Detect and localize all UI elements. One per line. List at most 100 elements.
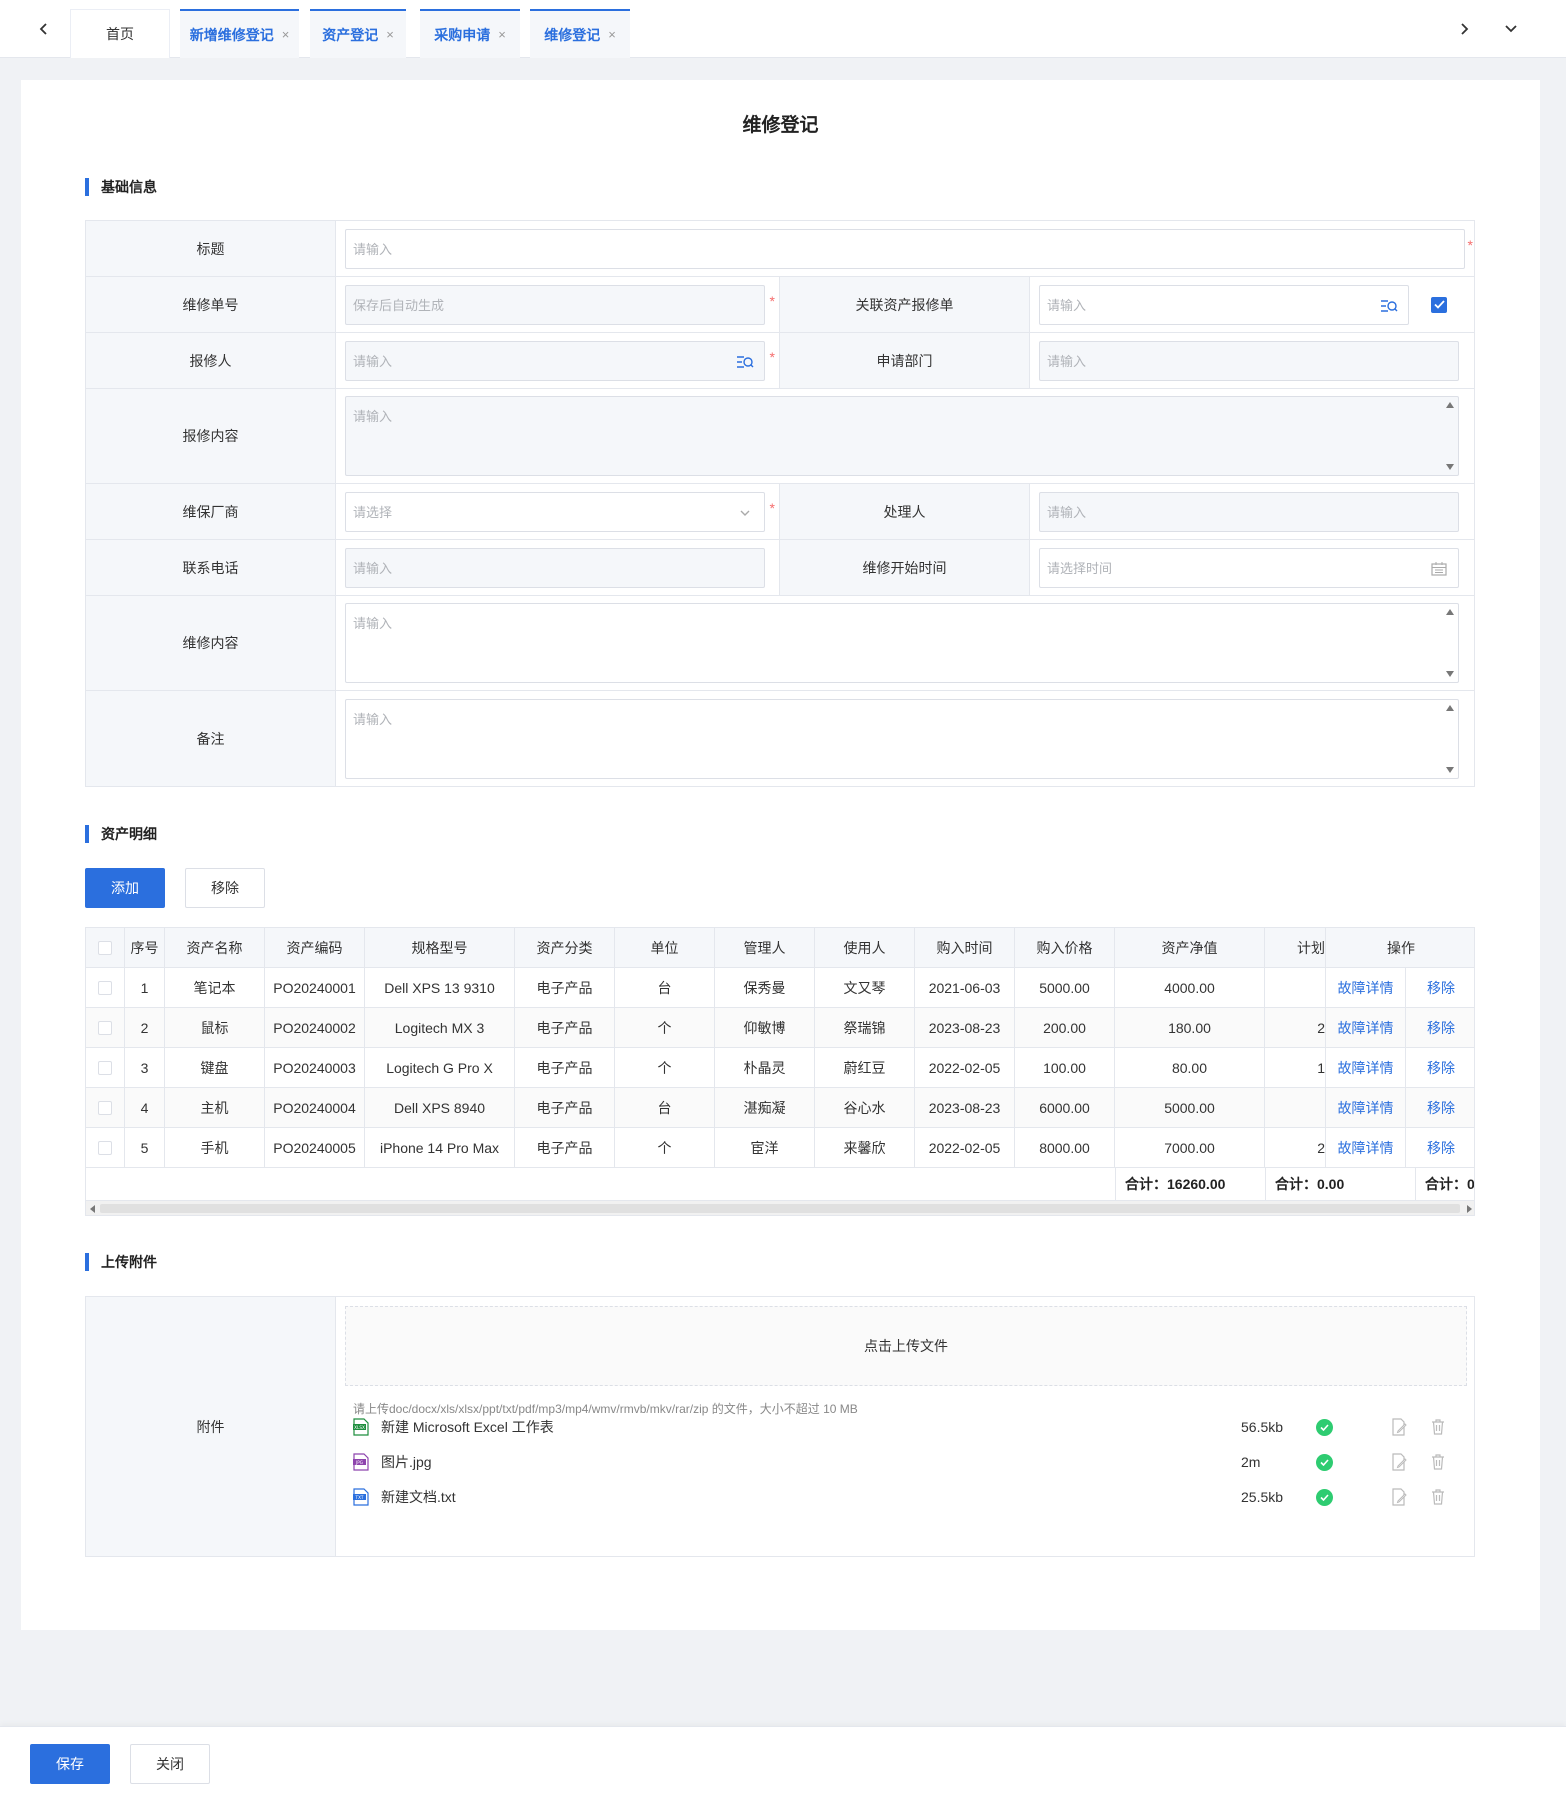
remove-row-link[interactable]: 移除 — [1427, 978, 1455, 998]
save-button[interactable]: 保存 — [30, 1744, 110, 1784]
close-button[interactable]: 关闭 — [130, 1744, 210, 1784]
action-cell: 移除 — [1406, 1088, 1474, 1128]
select-all-cell[interactable] — [86, 928, 125, 968]
table-horizontal-scrollbar[interactable] — [86, 1200, 1474, 1215]
remove-row-link[interactable]: 移除 — [1427, 1138, 1455, 1158]
title-input[interactable]: 请输入 — [345, 228, 1465, 269]
close-icon[interactable]: × — [498, 27, 506, 42]
row-select-cell[interactable] — [86, 1008, 125, 1048]
delete-file-icon[interactable] — [1430, 1488, 1446, 1506]
add-asset-button[interactable]: 添加 — [85, 868, 165, 908]
phone-input: 请输入 — [345, 547, 765, 588]
select-all-checkbox[interactable] — [98, 940, 112, 955]
row-select-cell[interactable] — [86, 1128, 125, 1168]
cell-unit: 个 — [615, 1048, 715, 1088]
textarea-scrollbar[interactable] — [1442, 700, 1458, 778]
delete-file-icon[interactable] — [1430, 1453, 1446, 1471]
start-time-label: 维修开始时间 — [780, 540, 1030, 595]
cell-manager: 湛痴凝 — [715, 1088, 815, 1128]
fault-detail-link[interactable]: 故障详情 — [1338, 978, 1394, 998]
action-cell: 故障详情 — [1326, 1088, 1406, 1128]
phone-label: 联系电话 — [86, 540, 336, 595]
fault-detail-link[interactable]: 故障详情 — [1338, 1058, 1394, 1078]
page-title: 维修登记 — [742, 115, 819, 136]
table-row: 1 笔记本 PO20240001 Dell XPS 13 9310 电子产品台保秀曼 文又… — [86, 968, 1474, 1008]
close-icon[interactable]: × — [282, 27, 290, 42]
remark-textarea[interactable]: 请输入 — [345, 698, 1459, 779]
related-order-checkbox[interactable] — [1431, 296, 1447, 313]
file-name[interactable]: 新建 Microsoft Excel 工作表 — [381, 1417, 554, 1437]
table-row: 2 鼠标 PO20240002 Logitech MX 3 电子产品个仰敏博 祭瑞锦 202… — [86, 1008, 1474, 1048]
file-name[interactable]: 图片.jpg — [381, 1452, 432, 1472]
reporter-input[interactable]: 请输入 — [345, 340, 765, 381]
cell-model: Logitech MX 3 — [365, 1008, 515, 1048]
row-select-cell[interactable] — [86, 1048, 125, 1088]
edit-file-icon[interactable] — [1391, 1418, 1407, 1436]
tab-repair-register[interactable]: 维修登记 × — [530, 9, 630, 58]
table-row: 5 手机 PO20240005 iPhone 14 Pro Max 电子产品个宦洋 来馨欣… — [86, 1128, 1474, 1168]
row-select-cell[interactable] — [86, 1088, 125, 1128]
edit-file-icon[interactable] — [1391, 1453, 1407, 1471]
report-content-textarea[interactable]: 请输入 — [345, 396, 1459, 476]
row-select-cell[interactable] — [86, 968, 125, 1008]
scroll-right-icon[interactable] — [1466, 1205, 1472, 1213]
row-checkbox[interactable] — [98, 980, 112, 995]
cell-no: 5 — [125, 1128, 165, 1168]
col-header: 资产净值 — [1115, 928, 1265, 968]
close-icon[interactable]: × — [386, 27, 394, 42]
tab-label: 首页 — [106, 26, 134, 42]
chevron-down-icon — [740, 510, 750, 516]
tabs-scroll-right-icon[interactable] — [1453, 18, 1475, 40]
table-row: 3 键盘 PO20240003 Logitech G Pro X 电子产品个朴晶灵 蔚红豆… — [86, 1048, 1474, 1088]
row-checkbox[interactable] — [98, 1100, 112, 1115]
textarea-scrollbar[interactable] — [1442, 604, 1458, 682]
upload-dropzone[interactable]: 点击上传文件 — [345, 1306, 1467, 1386]
delete-file-icon[interactable] — [1430, 1418, 1446, 1436]
textarea-scrollbar[interactable] — [1442, 397, 1458, 475]
start-time-picker[interactable]: 请选择时间 — [1039, 547, 1459, 588]
scroll-left-icon[interactable] — [90, 1205, 96, 1213]
remove-asset-button[interactable]: 移除 — [185, 868, 265, 908]
cell-model: Logitech G Pro X — [365, 1048, 515, 1088]
remove-row-link[interactable]: 移除 — [1427, 1098, 1455, 1118]
repair-content-textarea[interactable]: 请输入 — [345, 603, 1459, 683]
search-list-icon[interactable] — [736, 353, 754, 371]
tab-asset-register[interactable]: 资产登记 × — [310, 9, 406, 58]
remove-row-link[interactable]: 移除 — [1427, 1018, 1455, 1038]
tabs-more-chevron-down-icon[interactable] — [1500, 17, 1522, 39]
vendor-select[interactable]: 请选择 — [345, 491, 765, 532]
required-mark: * — [769, 293, 775, 309]
tabs-scroll-left-icon[interactable] — [33, 18, 55, 40]
main-card: 维修登记 基础信息 标题 请输入 * 维修单号 保存后自动生成 * 关联资产报修… — [21, 80, 1540, 1630]
fault-detail-link[interactable]: 故障详情 — [1338, 1098, 1394, 1118]
cell-plan: 2 — [1265, 1008, 1326, 1048]
close-icon[interactable]: × — [608, 27, 616, 42]
col-header: 资产编码 — [265, 928, 365, 968]
tab-new-repair[interactable]: 新增维修登记 × — [180, 9, 299, 58]
edit-file-icon[interactable] — [1391, 1488, 1407, 1506]
tab-home[interactable]: 首页 — [70, 9, 170, 58]
row-checkbox[interactable] — [98, 1140, 112, 1155]
remove-row-link[interactable]: 移除 — [1427, 1058, 1455, 1078]
row-checkbox[interactable] — [98, 1060, 112, 1075]
cell-date: 2023-08-23 — [915, 1008, 1015, 1048]
row-checkbox[interactable] — [98, 1020, 112, 1035]
fault-detail-link[interactable]: 故障详情 — [1338, 1018, 1394, 1038]
col-header: 操作 — [1326, 928, 1474, 968]
cell-category: 电子产品 — [515, 1048, 615, 1088]
file-name[interactable]: 新建文档.txt — [381, 1487, 456, 1507]
fault-detail-link[interactable]: 故障详情 — [1338, 1138, 1394, 1158]
col-header: 管理人 — [715, 928, 815, 968]
cell-code: PO20240005 — [265, 1128, 365, 1168]
cell-code: PO20240001 — [265, 968, 365, 1008]
action-cell: 移除 — [1406, 1048, 1474, 1088]
related-order-input[interactable]: 请输入 — [1039, 284, 1409, 325]
col-header: 规格型号 — [365, 928, 515, 968]
search-list-icon[interactable] — [1380, 297, 1398, 315]
cell-code: PO20240004 — [265, 1088, 365, 1128]
col-header: 购入价格 — [1015, 928, 1115, 968]
cell-no: 2 — [125, 1008, 165, 1048]
repair-content-label: 维修内容 — [86, 596, 336, 690]
tab-purchase-request[interactable]: 采购申请 × — [420, 9, 520, 58]
scrollbar-thumb[interactable] — [100, 1204, 1460, 1213]
